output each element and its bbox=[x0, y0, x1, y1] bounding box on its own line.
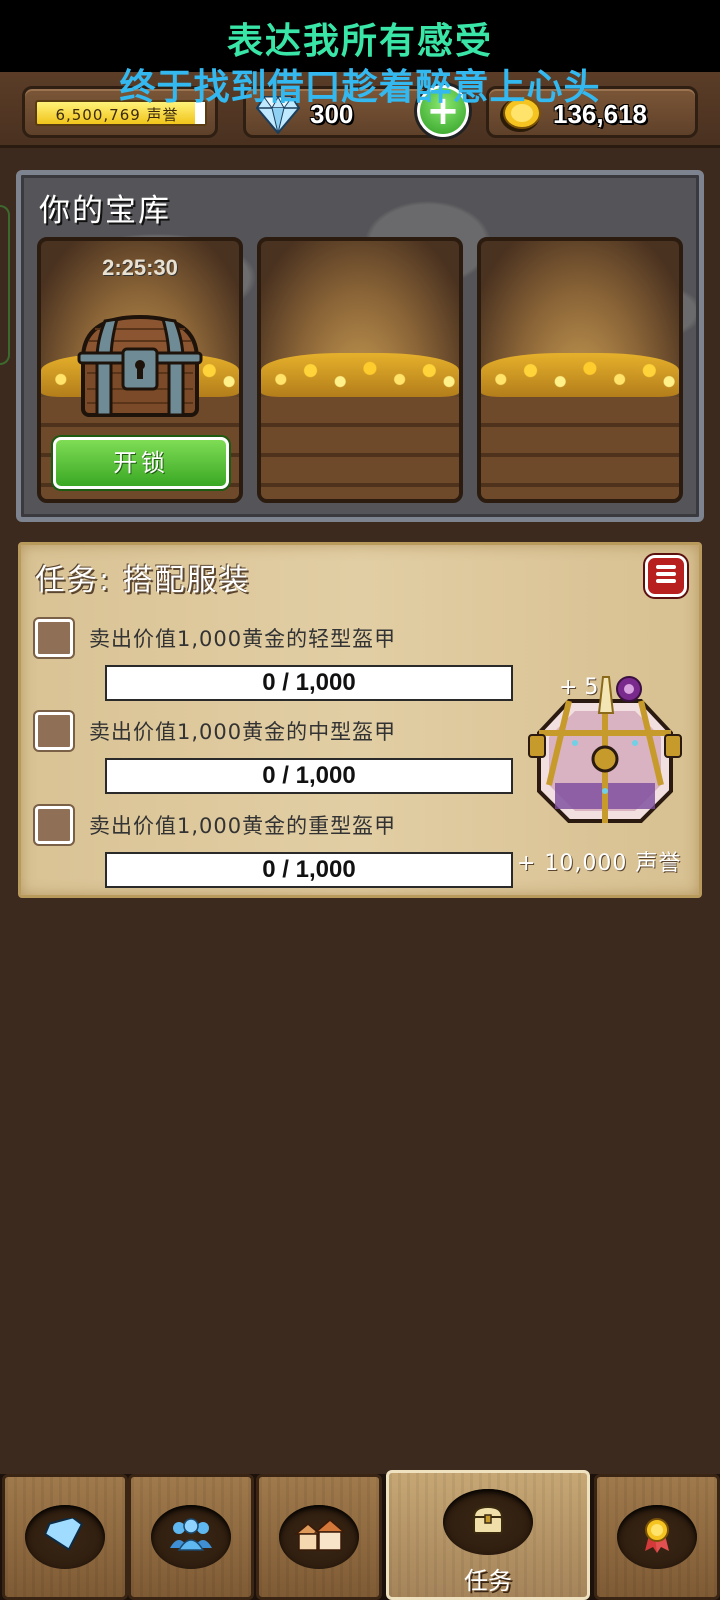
task-progress: 0 / 1,000 bbox=[105, 852, 513, 888]
task-label: 卖出价值1,000黄金的重型盔甲 bbox=[89, 814, 397, 838]
tab-quests-label: 任务 bbox=[464, 1567, 512, 1595]
diamond-icon bbox=[43, 1516, 85, 1556]
vault-slot-3[interactable] bbox=[477, 237, 683, 503]
tab-customers[interactable] bbox=[128, 1474, 254, 1600]
bottom-nav: 任务 bbox=[0, 1470, 720, 1600]
tab-gems[interactable] bbox=[2, 1474, 128, 1600]
task-label: 卖出价值1,000黄金的中型盔甲 bbox=[89, 720, 397, 744]
treasure-chest-icon bbox=[75, 311, 205, 425]
reward-reputation: + 10,000 声誉 bbox=[517, 851, 682, 876]
task-checkbox bbox=[35, 619, 73, 657]
vault-title: 你的宝库 bbox=[39, 193, 171, 229]
task-progress: 0 / 1,000 bbox=[105, 758, 513, 794]
task-progress: 0 / 1,000 bbox=[105, 665, 513, 701]
medal-icon bbox=[641, 1517, 673, 1557]
unlock-timer: 2:25:30 bbox=[102, 255, 178, 280]
side-tab-edge[interactable] bbox=[0, 205, 10, 365]
lyric-line-1: 表达我所有感受 bbox=[226, 21, 493, 62]
reward-count: + 5 bbox=[559, 675, 599, 700]
gold-pile bbox=[481, 353, 679, 397]
task-label: 卖出价值1,000黄金的轻型盔甲 bbox=[89, 627, 397, 651]
task-checkbox bbox=[35, 806, 73, 844]
gold-pile bbox=[261, 353, 459, 397]
list-icon bbox=[654, 563, 678, 589]
vault-slot-1[interactable]: 2:25:30 开锁 bbox=[37, 237, 243, 503]
vault-panel: 你的宝库 2:25:30 开锁 bbox=[16, 170, 704, 522]
reward-chest-icon[interactable] bbox=[519, 673, 691, 837]
house-icon bbox=[293, 1518, 347, 1556]
tab-buildings[interactable] bbox=[256, 1474, 382, 1600]
people-icon bbox=[168, 1518, 214, 1556]
quest-panel: 任务: 搭配服装 卖出价值1,000黄金的轻型盔甲 0 / 1,000 卖出价值… bbox=[18, 542, 702, 898]
task-checkbox bbox=[35, 712, 73, 750]
lyric-line-2: 终于找到借口趁着醉意上心头 bbox=[119, 67, 601, 108]
tab-achievements[interactable] bbox=[594, 1474, 720, 1600]
tab-quests[interactable]: 任务 bbox=[386, 1470, 590, 1600]
vault-slot-2[interactable] bbox=[257, 237, 463, 503]
quest-list-button[interactable] bbox=[645, 555, 687, 597]
quest-title: 任务: 搭配服装 bbox=[35, 563, 251, 598]
unlock-button[interactable]: 开锁 bbox=[53, 437, 229, 489]
chest-icon bbox=[471, 1505, 505, 1539]
